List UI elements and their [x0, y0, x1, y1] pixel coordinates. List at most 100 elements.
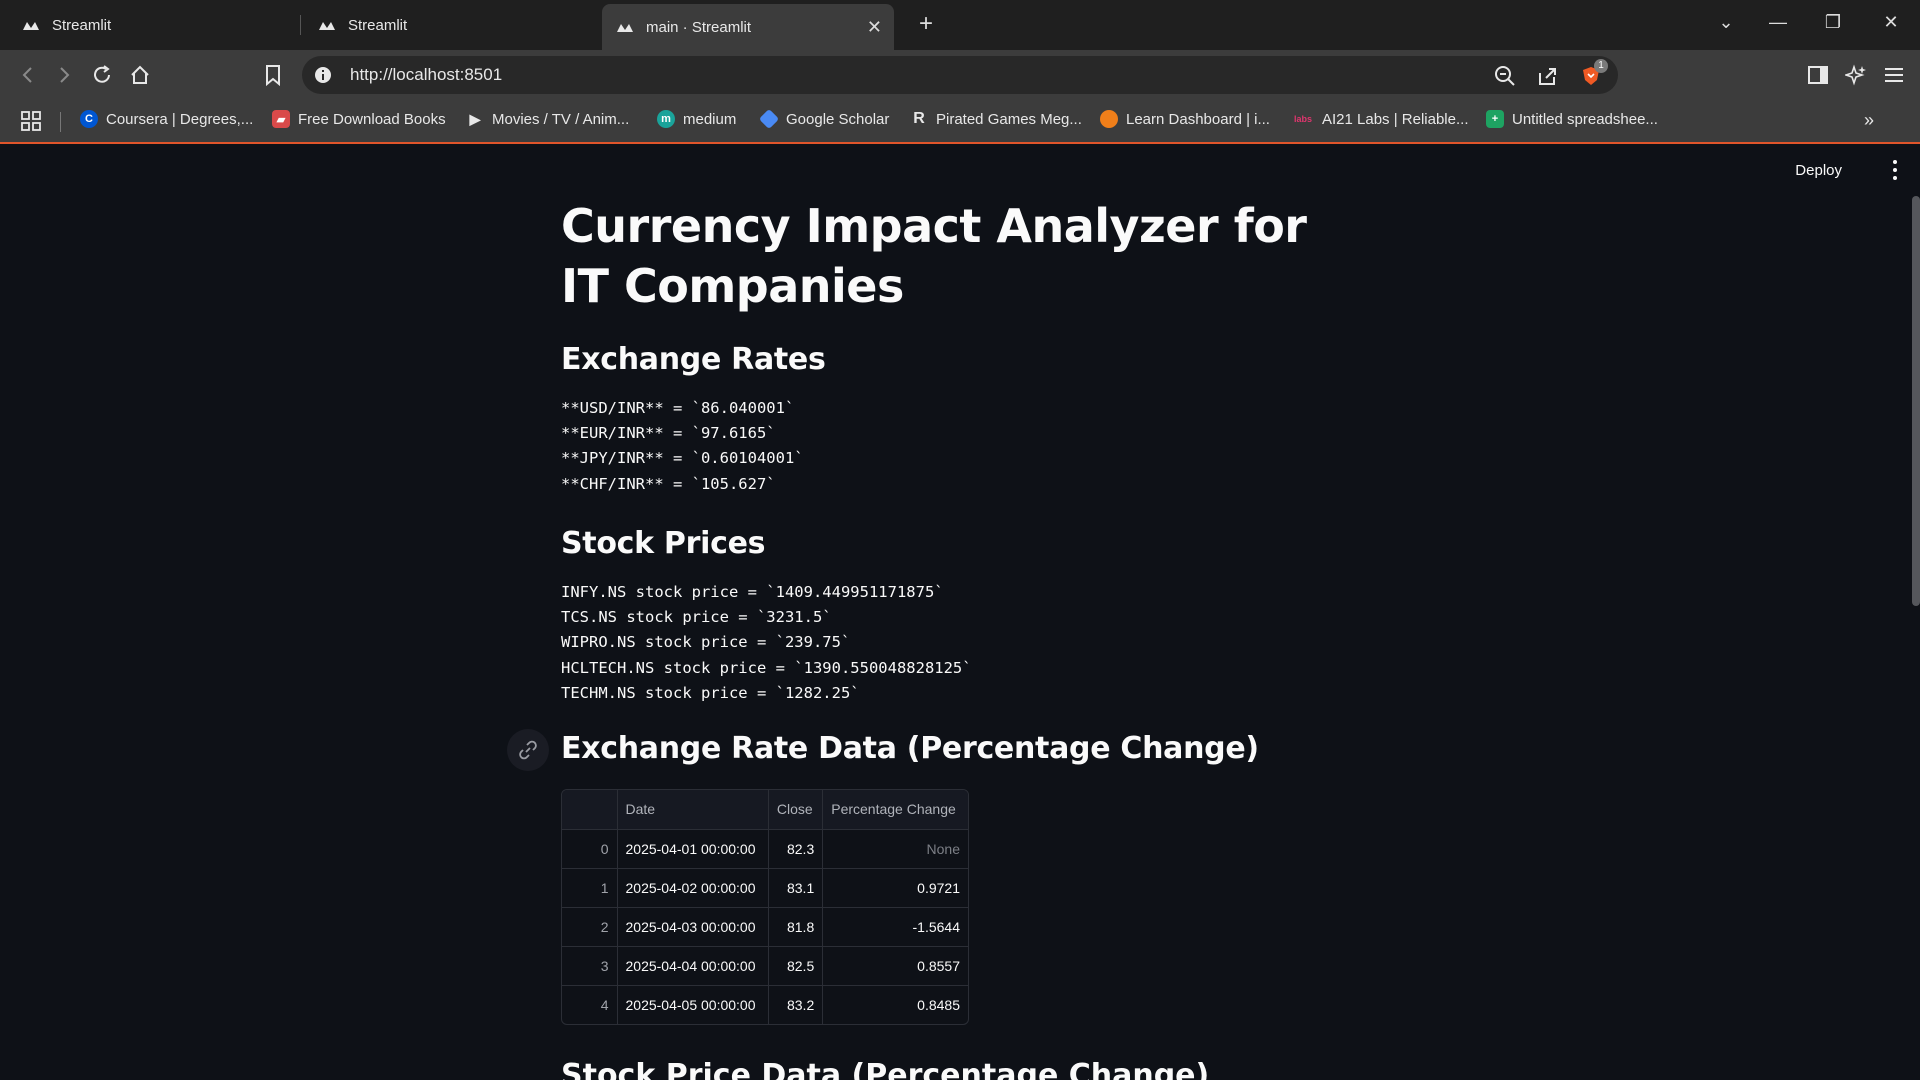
close-cell[interactable]: 83.2 [768, 985, 824, 1024]
row-index[interactable]: 3 [562, 946, 618, 986]
bookmark-movies[interactable]: ▶ Movies / TV / Anim... [466, 110, 630, 128]
percentage-change-cell[interactable]: 0.9721 [822, 868, 968, 908]
percentage-change-cell[interactable]: -1.5644 [822, 907, 968, 947]
row-index[interactable]: 2 [562, 907, 618, 947]
exchange-rate-dataframe[interactable]: Date Close Percentage Change 0 2025-04-0… [561, 789, 969, 1025]
restore-button[interactable]: ❐ [1818, 12, 1848, 33]
stock-data-heading: Stock Price Data (Percentage Change) [561, 1058, 1210, 1080]
url-text[interactable]: http://localhost:8501 [350, 65, 502, 85]
streamlit-app: Deploy Currency Impact Analyzer for IT C… [0, 146, 1920, 1080]
bookmark-learn-dashboard[interactable]: Learn Dashboard | i... [1100, 110, 1270, 128]
apps-button[interactable] [20, 110, 42, 132]
percentage-change-header[interactable]: Percentage Change [822, 790, 968, 830]
new-tab-button[interactable]: + [912, 10, 940, 38]
stock-line: TCS.NS stock price = `3231.5` [561, 608, 832, 627]
back-arrow-icon [22, 67, 32, 83]
link-icon [519, 740, 537, 760]
book-icon: ▰ [272, 110, 290, 128]
scholar-icon [758, 108, 780, 130]
bookmark-untitled-spreadsheet[interactable]: + Untitled spreadshee... [1486, 110, 1658, 128]
forward-arrow-icon [60, 67, 70, 83]
play-icon: ▶ [469, 110, 481, 127]
bookmark-label: Pirated Games Meg... [936, 110, 1082, 128]
exchange-rates-heading: Exchange Rates [561, 342, 826, 377]
hamburger-icon [1885, 68, 1903, 82]
row-index[interactable]: 0 [562, 829, 618, 869]
bookmark-label: Learn Dashboard | i... [1126, 110, 1270, 128]
table-row: 4 2025-04-05 00:00:00 83.2 0.8485 [562, 985, 968, 1024]
bookmark-label: Movies / TV / Anim... [492, 110, 630, 128]
deploy-button[interactable]: Deploy [1795, 162, 1842, 179]
back-button[interactable] [14, 61, 42, 89]
browser-tab-3-active[interactable]: main · Streamlit ✕ [602, 4, 894, 50]
ai21-icon: labs [1293, 114, 1312, 124]
forward-button[interactable] [50, 61, 78, 89]
bookmark-label: medium [683, 110, 737, 128]
exchange-line: **EUR/INR** = `97.6165` [561, 424, 776, 443]
close-cell[interactable]: 83.1 [768, 868, 824, 908]
main-menu-kebab-icon[interactable] [1888, 158, 1902, 182]
address-bar[interactable]: http://localhost:8501 1 [302, 56, 1618, 94]
date-cell[interactable]: 2025-04-04 00:00:00 [617, 946, 769, 986]
streamlit-icon [616, 18, 634, 36]
exchange-data-heading: Exchange Rate Data (Percentage Change) [561, 731, 1259, 766]
share-icon[interactable] [1536, 65, 1558, 87]
bookmark-medium[interactable]: m medium [657, 110, 736, 128]
bookmark-coursera[interactable]: C Coursera | Degrees,... [80, 110, 253, 128]
bookmark-label: AI21 Labs | Reliable... [1322, 110, 1469, 128]
bookmarks-divider [60, 112, 61, 132]
bookmark-button[interactable] [259, 61, 287, 89]
bookmark-label: Untitled spreadshee... [1512, 110, 1658, 128]
tab-title: Streamlit [348, 16, 408, 34]
close-tab-icon[interactable]: ✕ [867, 17, 882, 38]
tab-divider [300, 15, 301, 35]
exchange-line: **USD/INR** = `86.040001` [561, 399, 795, 417]
leo-ai-button[interactable] [1842, 61, 1870, 89]
reload-button[interactable] [88, 61, 116, 89]
table-row: 1 2025-04-02 00:00:00 83.1 0.9721 [562, 868, 968, 908]
zoom-icon[interactable] [1494, 65, 1516, 87]
anchor-link-button[interactable] [507, 729, 549, 771]
percentage-change-cell[interactable]: 0.8557 [822, 946, 968, 986]
page-title: Currency Impact Analyzer for IT Companie… [561, 199, 1307, 313]
apps-grid-icon [21, 111, 41, 131]
date-cell[interactable]: 2025-04-05 00:00:00 [617, 985, 769, 1024]
streamlit-icon [22, 16, 40, 34]
close-header[interactable]: Close [768, 790, 824, 830]
bookmark-free-download-books[interactable]: ▰ Free Download Books [272, 110, 446, 128]
browser-tab-2[interactable]: Streamlit [304, 4, 594, 46]
bookmark-label: Google Scholar [786, 110, 890, 128]
bookmark-google-scholar[interactable]: Google Scholar [758, 108, 890, 130]
site-info-icon[interactable] [314, 66, 332, 84]
exchange-rates-text: **USD/INR** = `86.040001` **EUR/INR** = `… [561, 396, 804, 497]
row-index[interactable]: 1 [562, 868, 618, 908]
tab-strip: Streamlit Streamlit main · Streamlit ✕ +… [0, 0, 1920, 50]
close-window-button[interactable]: ✕ [1876, 12, 1906, 33]
minimize-button[interactable]: — [1763, 12, 1793, 33]
browser-tab-1[interactable]: Streamlit [8, 4, 298, 46]
close-cell[interactable]: 82.5 [768, 946, 824, 986]
close-cell[interactable]: 82.3 [768, 829, 824, 869]
bookmark-ai21-labs[interactable]: labs AI21 Labs | Reliable... [1292, 110, 1469, 128]
stock-line: TECHM.NS stock price = `1282.25` [561, 683, 860, 702]
bookmark-pirated-games[interactable]: R Pirated Games Meg... [910, 110, 1082, 128]
sidebar-toggle-button[interactable] [1804, 61, 1832, 89]
percentage-change-cell[interactable]: 0.8485 [823, 985, 968, 1024]
scrollbar[interactable] [1912, 196, 1920, 606]
table-row: 0 2025-04-01 00:00:00 82.3 None [562, 829, 968, 869]
date-cell[interactable]: 2025-04-01 00:00:00 [617, 829, 769, 869]
row-index[interactable]: 4 [562, 985, 618, 1024]
date-cell[interactable]: 2025-04-02 00:00:00 [617, 868, 769, 908]
learn-icon [1100, 110, 1118, 128]
home-button[interactable] [126, 61, 154, 89]
date-header[interactable]: Date [617, 790, 769, 830]
date-cell[interactable]: 2025-04-03 00:00:00 [617, 907, 769, 947]
tab-search-chevron-icon[interactable]: ⌄ [1711, 12, 1741, 33]
table-header-row: Date Close Percentage Change [562, 790, 968, 830]
close-cell[interactable]: 81.8 [768, 907, 824, 947]
menu-button[interactable] [1880, 61, 1908, 89]
more-bookmarks-chevron-icon[interactable]: » [1864, 110, 1874, 131]
index-header[interactable] [562, 790, 618, 830]
percentage-change-cell[interactable]: None [822, 829, 968, 869]
exchange-line: **JPY/INR** = `0.60104001` [561, 449, 804, 468]
